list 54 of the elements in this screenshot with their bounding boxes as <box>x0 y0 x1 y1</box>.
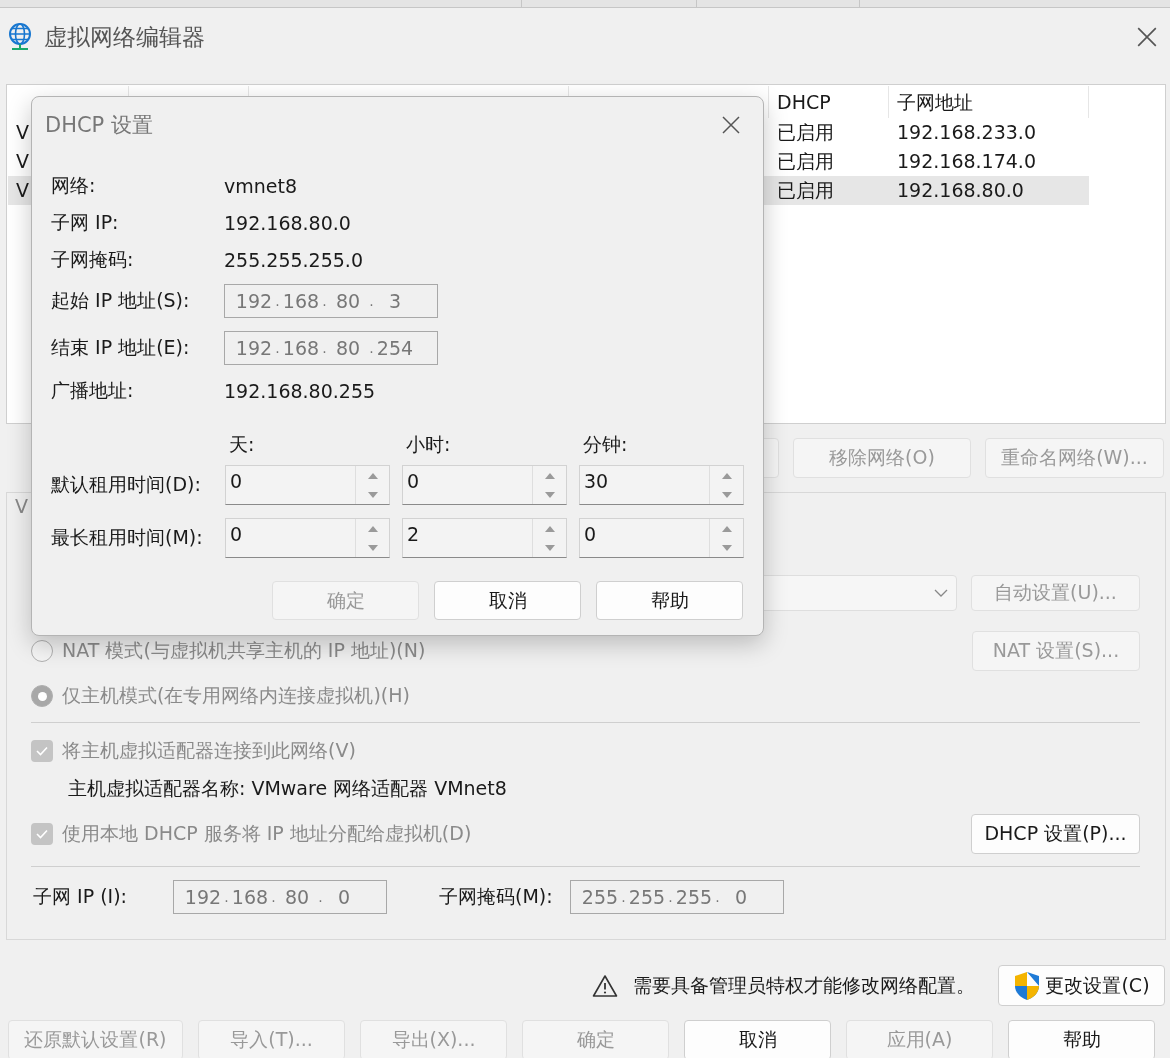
button[interactable]: 帮助 <box>1008 1020 1155 1058</box>
field-label: 结束 IP 地址(E): <box>51 335 191 360</box>
group-label: V <box>15 494 28 519</box>
field-value: vmnet8 <box>224 174 298 197</box>
close-icon[interactable] <box>721 115 741 135</box>
table-cell-text: 已启用 <box>776 149 834 174</box>
button[interactable]: 帮助 <box>596 581 743 620</box>
table-cell-text: V <box>15 178 29 203</box>
warning-text: 需要具备管理员特权才能修改网络配置。 <box>633 972 975 998</box>
check-icon <box>35 827 49 841</box>
dialog-title: DHCP 设置 <box>45 112 154 139</box>
radio-label: NAT 模式(与虚拟机共享主机的 IP 地址)(N) <box>62 638 426 663</box>
window-title: 虚拟网络编辑器 <box>44 22 206 52</box>
field-label: 默认租用时间(D): <box>51 472 202 497</box>
column-header[interactable]: DHCP <box>769 86 889 118</box>
column-label: 分钟: <box>582 432 629 457</box>
checkbox-label: 将主机虚拟适配器连接到此网络(V) <box>62 738 356 763</box>
field-label: 子网 IP: <box>51 209 120 235</box>
close-icon[interactable] <box>1136 26 1158 48</box>
button[interactable]: 更改设置(C) <box>998 965 1165 1006</box>
adapter-name-text: 主机虚拟适配器名称: VMware 网络适配器 VMnet8 <box>67 776 507 801</box>
column-header[interactable]: 子网地址 <box>889 86 1089 118</box>
globe-icon <box>6 22 34 52</box>
field-label: 最长租用时间(M): <box>51 525 204 550</box>
table-cell-text: 已启用 <box>776 120 834 145</box>
field-label: 广播地址: <box>51 378 135 403</box>
button[interactable]: 取消 <box>684 1020 831 1058</box>
radio-label: 仅主机模式(在专用网络内连接虚拟机)(H) <box>62 683 410 708</box>
table-cell-text: 已启用 <box>776 178 834 203</box>
shield-icon <box>1013 970 1042 1001</box>
warning-icon <box>592 973 618 998</box>
field-value: 255.255.255.0 <box>224 248 363 271</box>
field-label: 子网掩码: <box>51 246 135 272</box>
table-cell-text: V <box>15 149 29 174</box>
ip-address-field[interactable]: 192 . 168 . 80 . 3 <box>224 284 438 318</box>
table-cell-text: 192.168.80.0 <box>896 178 1024 203</box>
column-label: 天: <box>228 432 256 457</box>
field-value: 192.168.80.0 <box>224 211 351 234</box>
ip-address-field[interactable]: 192 . 168 . 80 . 0 <box>173 880 387 914</box>
field-label: 网络: <box>51 172 97 198</box>
field-value: 192.168.80.255 <box>224 380 376 402</box>
table-cell-text: 192.168.233.0 <box>896 120 1036 145</box>
field-label: 起始 IP 地址(S): <box>51 288 191 313</box>
check-icon <box>35 744 49 758</box>
checkbox-label: 使用本地 DHCP 服务将 IP 地址分配给虚拟机(D) <box>62 821 472 846</box>
ip-address-field[interactable]: 192 . 168 . 80 . 254 <box>224 331 438 365</box>
ip-address-field[interactable]: 255 . 255 . 255 . 0 <box>570 880 784 914</box>
column-label: 小时: <box>405 432 452 457</box>
button[interactable]: DHCP 设置(P)... <box>971 814 1140 854</box>
field-label: 子网 IP (I): <box>32 884 128 909</box>
field-label: 子网掩码(M): <box>438 884 554 909</box>
chevron-down-icon <box>934 589 948 597</box>
table-cell-text: 192.168.174.0 <box>896 149 1036 174</box>
button[interactable]: 取消 <box>434 581 581 620</box>
